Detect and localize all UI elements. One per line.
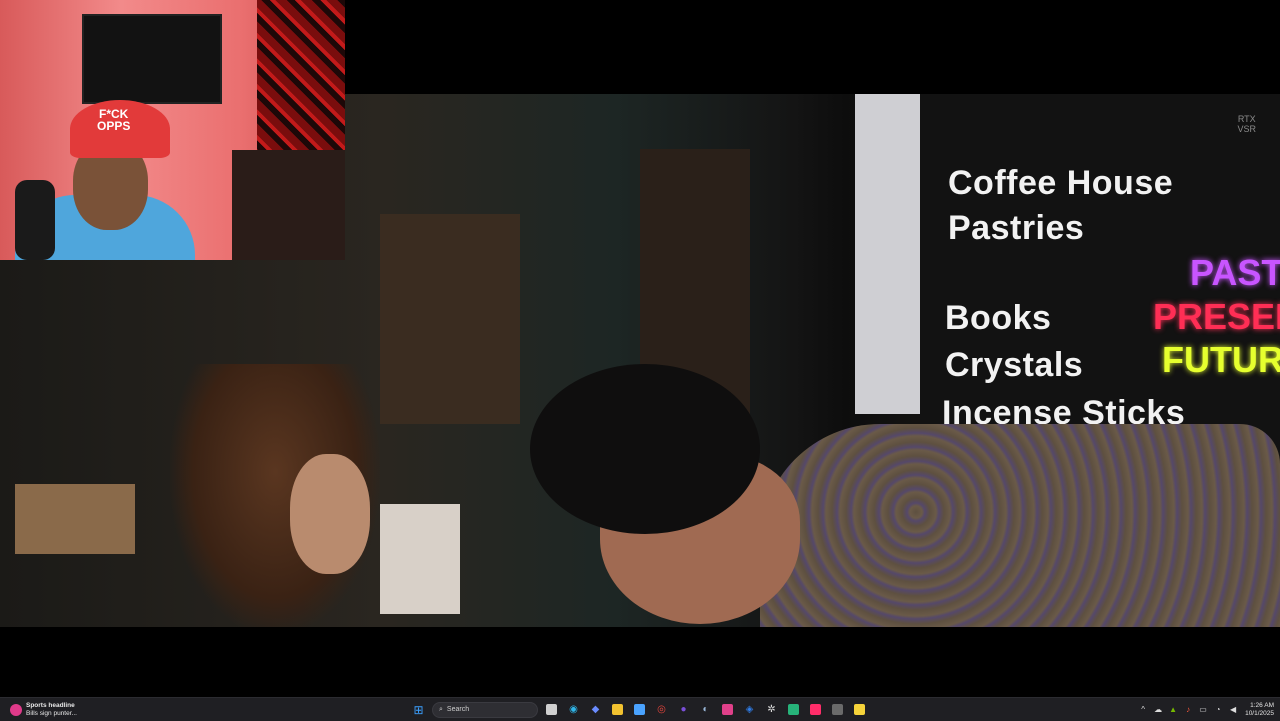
news-subline: Bills sign punter... (26, 709, 77, 717)
paisley-shirt (760, 424, 1280, 627)
tiktok-icon (810, 704, 821, 715)
instagram-button[interactable] (719, 701, 736, 718)
instagram-icon (722, 704, 733, 715)
bookshelf (380, 214, 520, 424)
man-hair (530, 364, 760, 534)
steam-button[interactable]: ◐ (697, 701, 714, 718)
clock-time: 1:26 AM (1250, 701, 1274, 709)
copilot-button[interactable]: ◆ (587, 701, 604, 718)
cloud-icon[interactable]: ☁ (1153, 705, 1163, 715)
sign-books: Books (945, 299, 1052, 337)
taskbar: Sports headline Bills sign punter... ⊞ ⌕… (0, 697, 1280, 721)
news-icon (10, 703, 22, 716)
chrome-icon: ◎ (657, 704, 666, 715)
store-icon (634, 704, 645, 715)
search-placeholder: Search (446, 706, 470, 713)
crate (15, 484, 135, 554)
start-button[interactable]: ⊞ (410, 701, 427, 718)
chrome-button[interactable]: ◎ (653, 701, 670, 718)
sticky-notes-button[interactable] (851, 701, 868, 718)
copilot-icon: ◆ (591, 704, 600, 715)
task-view-icon (546, 704, 557, 715)
app-green-icon (788, 704, 799, 715)
news-headline: Sports headline (26, 701, 75, 709)
search-icon: ⌕ (439, 705, 443, 713)
neon-present: PRESEN (1153, 296, 1280, 337)
mic-icon[interactable]: ♪ (1183, 705, 1193, 715)
woman-face (290, 454, 370, 574)
neon-past: PAST (1190, 252, 1280, 293)
volume-icon[interactable]: ◀ (1228, 705, 1238, 715)
news-widget[interactable]: Sports headline Bills sign punter... (10, 700, 77, 719)
edge-button[interactable]: ◉ (565, 701, 582, 718)
windows-icon: ⊞ (413, 702, 424, 717)
webcam-overlay: F*CK OPPS (0, 0, 345, 260)
dresser (232, 150, 345, 260)
microphone (15, 180, 55, 260)
chevron-up-icon[interactable]: ^ (1138, 705, 1148, 715)
white-box (380, 504, 460, 614)
edge-icon: ◉ (569, 704, 578, 715)
system-tray: ^ ☁ ▲ ♪ ▭ ◔ ◀ 1:26 AM 10/1/2025 (1138, 699, 1274, 720)
app-gray-button[interactable] (829, 701, 846, 718)
network-icon[interactable]: ◔ (1213, 705, 1223, 715)
app-gray-icon (832, 704, 843, 715)
sticky-notes-icon (854, 704, 865, 715)
clock-date: 10/1/2025 (1245, 709, 1274, 717)
streamer: F*CK OPPS (15, 100, 195, 260)
display-icon[interactable]: ▭ (1198, 705, 1208, 715)
nvidia-icon[interactable]: ▲ (1168, 705, 1178, 715)
anime-poster (257, 0, 345, 160)
wall-tv (82, 14, 222, 104)
media-stage: Coffee House Pastries Books Crystals Inc… (0, 0, 1280, 697)
app-green-button[interactable] (785, 701, 802, 718)
steam-icon: ◐ (702, 704, 709, 715)
app-purple-icon: ● (680, 704, 687, 715)
app-blue-button[interactable]: ◈ (741, 701, 758, 718)
taskbar-search[interactable]: ⌕ Search (432, 701, 538, 718)
taskbar-apps: ⊞ ⌕ Search ◉ ◆ ◎ ● ◐ ◈ ✲ (410, 699, 868, 720)
gear-icon: ✲ (767, 704, 776, 715)
sign-pastries: Pastries (948, 209, 1085, 247)
file-explorer-button[interactable] (609, 701, 626, 718)
man-figure (530, 364, 1280, 627)
store-button[interactable] (631, 701, 648, 718)
cap-logo: F*CK OPPS (97, 107, 131, 133)
settings-button[interactable]: ✲ (763, 701, 780, 718)
rtx-vsr-badge: RTX VSR (1237, 114, 1256, 134)
sign-coffee-house: Coffee House (948, 164, 1174, 202)
folder-icon (612, 704, 623, 715)
clock[interactable]: 1:26 AM 10/1/2025 (1245, 702, 1274, 718)
app-purple-button[interactable]: ● (675, 701, 692, 718)
app-blue-icon: ◈ (745, 704, 754, 715)
tiktok-button[interactable] (807, 701, 824, 718)
task-view-button[interactable] (543, 701, 560, 718)
